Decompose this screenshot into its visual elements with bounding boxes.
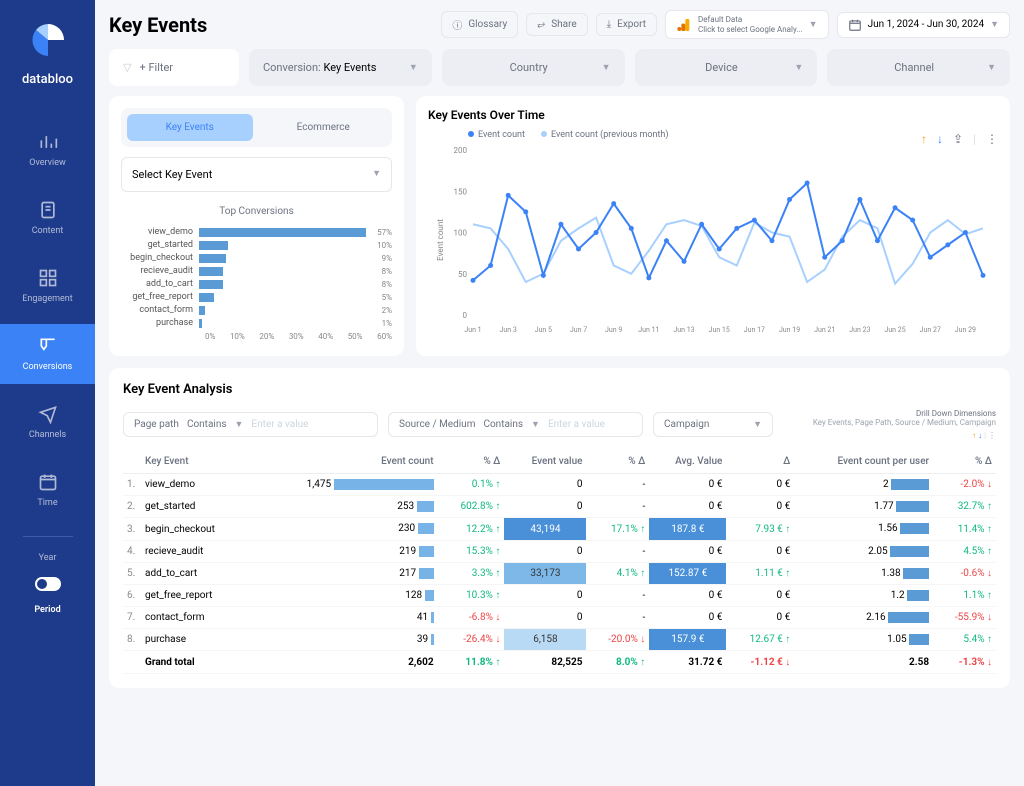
svg-text:0: 0 xyxy=(463,311,468,320)
google-analytics-icon xyxy=(676,17,692,33)
svg-text:200: 200 xyxy=(454,146,468,155)
line-chart: 200 150 100 50 0 Event count Jun 1 Jun 3 Jun 5 Ju… xyxy=(428,140,998,340)
table-row[interactable]: 7.contact_form 41 -6.8% ↓ 0 - 0 € 0 € 2.… xyxy=(123,607,996,629)
drill-down-icon[interactable]: ↓ xyxy=(978,431,982,440)
drill-more-icon[interactable]: ⋮ xyxy=(988,431,996,440)
top-conversions-chart: view_demo57%get_started10%begin_checkout… xyxy=(121,227,392,328)
sidebar: databloo Overview Content Engagement Con… xyxy=(0,0,95,786)
period-toggle[interactable] xyxy=(35,577,61,591)
svg-text:Jun 15: Jun 15 xyxy=(709,326,730,334)
key-event-analysis-card: Key Event Analysis Page pathContains▼Ent… xyxy=(109,368,1010,688)
date-range-picker[interactable]: Jun 1, 2024 - Jun 30, 2024 ▼ xyxy=(837,12,1010,38)
svg-text:Jun 11: Jun 11 xyxy=(638,326,659,334)
year-label: Year xyxy=(39,553,57,563)
channel-filter[interactable]: Channel▼ xyxy=(827,49,1010,86)
drill-up-icon[interactable]: ↑ xyxy=(972,431,976,440)
page-path-filter[interactable]: Page pathContains▼Enter a value xyxy=(123,412,378,437)
source-medium-filter[interactable]: Source / MediumContains▼Enter a value xyxy=(388,412,643,437)
svg-text:Jun 23: Jun 23 xyxy=(849,326,870,334)
page-title: Key Events xyxy=(109,13,433,37)
table-row[interactable]: 6.get_free_report 128 10.3% ↑ 0 - 0 € 0 … xyxy=(123,584,996,606)
chart-x-axis: 0%10%20%30%40%50%60% xyxy=(205,332,392,341)
nav-time[interactable]: Time xyxy=(0,460,95,520)
events-over-time-card: Key Events Over Time ↑ ↓ ⇪ | ⋮ Event cou… xyxy=(416,96,1010,356)
nav-channels[interactable]: Channels xyxy=(0,392,95,452)
chart-legend: Event count Event count (previous month) xyxy=(468,130,998,140)
tab-key-events[interactable]: Key Events xyxy=(127,114,253,141)
top-conversions-title: Top Conversions xyxy=(121,206,392,217)
chevron-down-icon: ▼ xyxy=(990,19,999,30)
sort-desc-icon[interactable]: ↓ xyxy=(937,132,943,146)
svg-text:Jun 21: Jun 21 xyxy=(814,326,835,334)
chart-title: Key Events Over Time xyxy=(428,108,998,122)
table-row[interactable]: 2.get_started 253 602.8% ↑ 0 - 0 € 0 € 1… xyxy=(123,496,996,518)
svg-text:Jun 1: Jun 1 xyxy=(464,326,481,334)
table-row[interactable]: 1.view_demo 1,475 0.1% ↑ 0 - 0 € 0 € 2 -… xyxy=(123,474,996,496)
table-row[interactable]: 8.purchase 39 -26.4% ↓ 6,158 -20.0% ↓ 15… xyxy=(123,629,996,651)
export-button[interactable]: ⤓ Export xyxy=(596,13,657,36)
svg-text:Jun 13: Jun 13 xyxy=(673,326,694,334)
nav-overview[interactable]: Overview xyxy=(0,120,95,180)
svg-text:Jun 27: Jun 27 xyxy=(920,326,941,334)
svg-text:Jun 17: Jun 17 xyxy=(744,326,765,334)
svg-text:100: 100 xyxy=(454,229,468,238)
chart-actions: ↑ ↓ ⇪ | ⋮ xyxy=(921,132,998,146)
grand-total-row: Grand total2,60211.8% ↑82,5258.0% ↑31.72… xyxy=(123,651,996,674)
add-filter-button[interactable]: ▽+ Filter xyxy=(109,49,239,86)
divider: | xyxy=(973,132,976,146)
svg-text:Jun 3: Jun 3 xyxy=(500,326,517,334)
glossary-button[interactable]: ⓘ Glossary xyxy=(441,11,518,38)
nav-conversions[interactable]: Conversions xyxy=(0,324,95,384)
svg-text:Jun 7: Jun 7 xyxy=(570,326,587,334)
conversion-filter[interactable]: Conversion: Key Events▼ xyxy=(249,49,432,86)
analysis-table: Key EventEvent count% ΔEvent value% ΔAvg… xyxy=(123,450,996,674)
table-row[interactable]: 4.recieve_audit 219 15.3% ↑ 0 - 0 € 0 € … xyxy=(123,540,996,562)
tab-ecommerce[interactable]: Ecommerce xyxy=(261,114,387,141)
analysis-filters: Page pathContains▼Enter a value Source /… xyxy=(123,409,996,440)
sort-asc-icon[interactable]: ↑ xyxy=(921,132,927,146)
svg-text:Jun 5: Jun 5 xyxy=(535,326,552,334)
more-icon[interactable]: ⋮ xyxy=(986,132,998,146)
svg-text:Event count: Event count xyxy=(436,219,445,261)
svg-text:Jun 19: Jun 19 xyxy=(779,326,800,334)
calendar-icon xyxy=(848,18,862,32)
filter-bar: ▽+ Filter Conversion: Key Events▼ Countr… xyxy=(109,49,1010,86)
chevron-down-icon: ▼ xyxy=(809,19,818,30)
svg-text:150: 150 xyxy=(454,187,468,196)
svg-text:50: 50 xyxy=(458,270,467,279)
top-conversions-card: Key Events Ecommerce Select Key Event▼ T… xyxy=(109,96,404,356)
device-filter[interactable]: Device▼ xyxy=(635,49,818,86)
nav-content[interactable]: Content xyxy=(0,188,95,248)
drill-down: Drill Down Dimensions Key Events, Page P… xyxy=(813,409,996,440)
country-filter[interactable]: Country▼ xyxy=(442,49,625,86)
nav-separator xyxy=(23,536,73,537)
logo-icon xyxy=(28,20,68,60)
table-row[interactable]: 3.begin_checkout 230 12.2% ↑ 43,194 17.1… xyxy=(123,518,996,540)
analysis-title: Key Event Analysis xyxy=(123,382,996,397)
svg-text:Jun 29: Jun 29 xyxy=(955,326,976,334)
header: Key Events ⓘ Glossary ⥂ Share ⤓ Export D… xyxy=(109,10,1010,39)
brand-name: databloo xyxy=(22,72,73,87)
data-source-select[interactable]: Default DataClick to select Google Analy… xyxy=(665,10,829,39)
period-label: Period xyxy=(34,605,60,615)
svg-text:Jun 9: Jun 9 xyxy=(605,326,622,334)
export-chart-icon[interactable]: ⇪ xyxy=(953,132,963,146)
share-button[interactable]: ⥂ Share xyxy=(526,13,587,36)
main-content: Key Events ⓘ Glossary ⥂ Share ⤓ Export D… xyxy=(95,0,1024,786)
select-key-event[interactable]: Select Key Event▼ xyxy=(121,157,392,192)
nav-engagement[interactable]: Engagement xyxy=(0,256,95,316)
svg-text:Jun 25: Jun 25 xyxy=(884,326,905,334)
campaign-filter[interactable]: Campaign▼ xyxy=(653,412,773,437)
tabs: Key Events Ecommerce xyxy=(121,108,392,147)
table-row[interactable]: 5.add_to_cart 217 3.3% ↑ 33,173 4.1% ↑ 1… xyxy=(123,562,996,584)
